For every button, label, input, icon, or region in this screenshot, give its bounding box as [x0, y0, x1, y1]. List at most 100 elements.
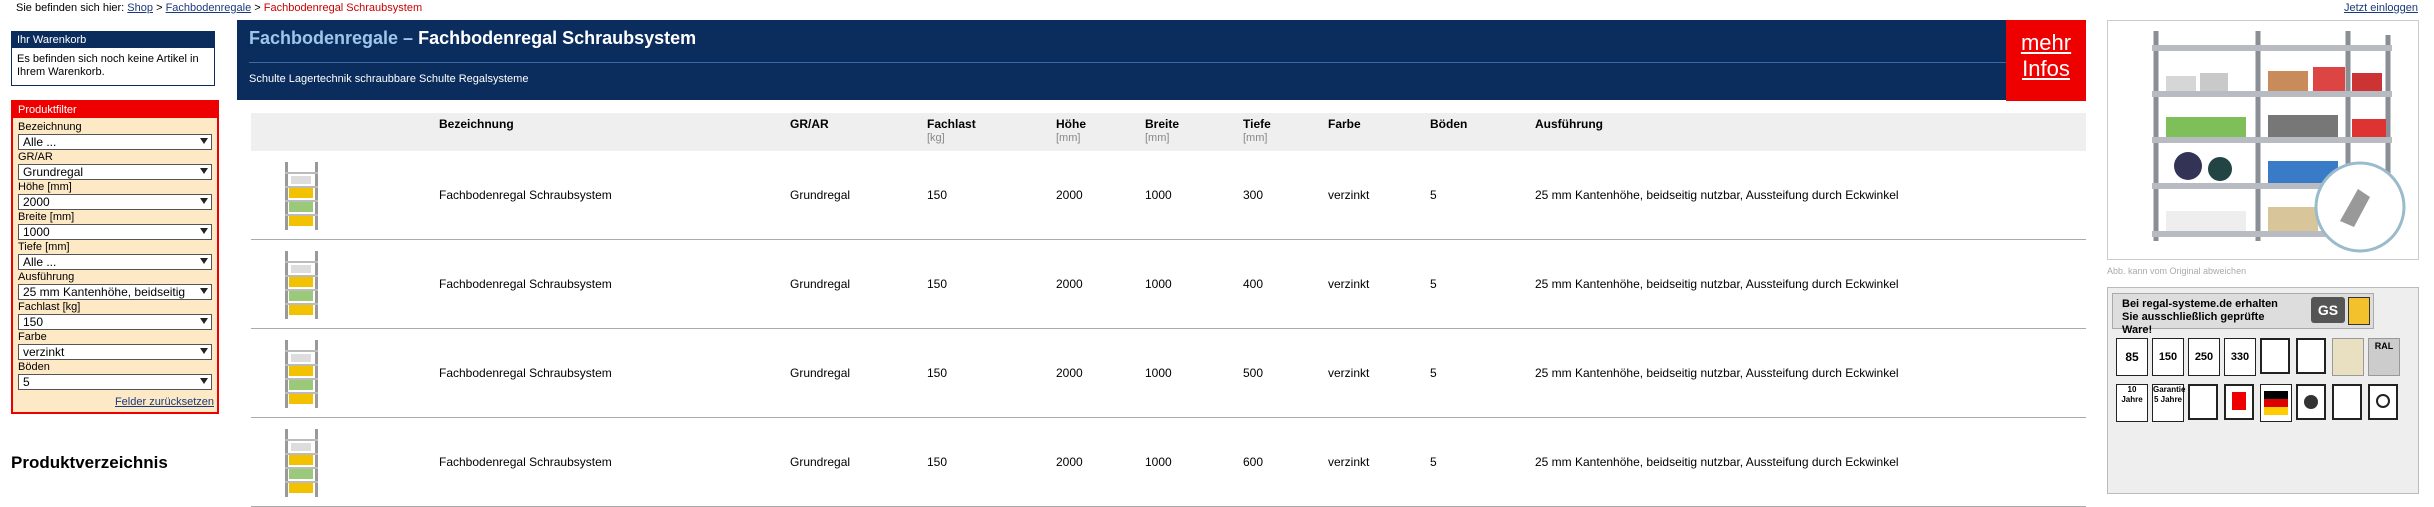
filter-select-breite[interactable]: 1000 [18, 224, 212, 240]
filter-select-fachlast[interactable]: 150 [18, 314, 212, 330]
filter-select-farbe[interactable]: verzinkt [18, 344, 212, 360]
filter-label-ausfuehrung: Ausführung [18, 271, 75, 283]
table-row[interactable]: Fachbodenregal Schraubsystem Grundregal 15… [251, 418, 2086, 507]
quality-box: Bei regal-systeme.de erhalten Sie aussch… [2107, 287, 2419, 494]
cell-fachlast: 150 [927, 455, 948, 469]
cell-breite: 1000 [1145, 455, 1172, 469]
guarantee-five-year-icon: Garantie 5 Jahre [2152, 384, 2185, 422]
column-header-hoehe[interactable]: Höhe [mm] [1056, 117, 1086, 145]
column-header-boeden[interactable]: Böden [1430, 117, 1467, 131]
filter-value: 1000 [23, 225, 50, 239]
column-header-fachlast[interactable]: Fachlast [kg] [927, 117, 976, 145]
column-header-tiefe[interactable]: Tiefe [mm] [1243, 117, 1271, 145]
cell-breite: 1000 [1145, 188, 1172, 202]
filter-select-hoehe[interactable]: 2000 [18, 194, 212, 210]
table-body: Fachbodenregal Schraubsystem Grundregal 15… [251, 151, 2086, 507]
screw-icon [2296, 384, 2326, 420]
breadcrumb-link-fachbodenregale[interactable]: Fachbodenregale [166, 2, 252, 14]
table-row[interactable]: Fachbodenregal Schraubsystem Grundregal 15… [251, 329, 2086, 418]
load-250-icon: 250 kg [2188, 338, 2220, 399]
more-info-label-1: mehr [2020, 30, 2072, 55]
column-header-farbe[interactable]: Farbe [1328, 117, 1361, 131]
cell-fachlast: 150 [927, 366, 948, 380]
cell-farbe: verzinkt [1328, 455, 1370, 469]
breadcrumb-separator: > [254, 2, 261, 14]
cell-ausfuehrung: 25 mm Kantenhöhe, beidseitig nutzbar, Au… [1535, 188, 1899, 202]
ten-year-icon: 10 Jahre [2116, 384, 2148, 422]
cell-boeden: 5 [1430, 455, 1437, 469]
cell-farbe: verzinkt [1328, 277, 1370, 291]
column-header-ausfuehrung[interactable]: Ausführung [1535, 117, 1603, 131]
cell-hoehe: 2000 [1056, 366, 1083, 380]
page-subtitle: Schulte Lagertechnik schraubbare Schulte… [249, 73, 529, 85]
table-header: Bezeichnung GR/AR Fachlast [kg] Höhe [mm] … [251, 113, 2086, 151]
cell-boeden: 5 [1430, 277, 1437, 291]
filter-label-bezeichnung: Bezeichnung [18, 121, 82, 133]
filter-select-ausfuehrung[interactable]: 25 mm Kantenhöhe, beidseitig [18, 284, 212, 300]
cell-tiefe: 500 [1243, 366, 1264, 380]
cell-farbe: verzinkt [1328, 366, 1370, 380]
table-row[interactable]: Fachbodenregal Schraubsystem Grundregal 15… [251, 151, 2086, 240]
filter-value: verzinkt [23, 345, 65, 359]
login-link[interactable]: Jetzt einloggen [2344, 2, 2418, 14]
load-150-icon: 150 kg [2152, 338, 2184, 399]
cell-grar: Grundregal [790, 455, 851, 469]
cell-fachlast: 150 [927, 277, 948, 291]
filter-value: Grundregal [23, 165, 84, 179]
cell-boeden: 5 [1430, 366, 1437, 380]
product-image[interactable] [2107, 20, 2419, 260]
ral-color-icon: RAL [2368, 338, 2400, 376]
chevron-down-icon [200, 318, 208, 324]
filter-select-grar[interactable]: Grundregal [18, 164, 212, 180]
breadcrumb-link-shop[interactable]: Shop [127, 2, 153, 14]
filter-value: 2000 [23, 195, 50, 209]
product-thumbnail[interactable] [279, 336, 324, 410]
cart-text: Es befinden sich noch keine Artikel in I… [12, 48, 214, 85]
product-thumbnail[interactable] [279, 247, 324, 321]
column-header-breite[interactable]: Breite [mm] [1145, 117, 1179, 145]
cell-hoehe: 2000 [1056, 188, 1083, 202]
filter-select-tiefe[interactable]: Alle ... [18, 254, 212, 270]
cell-breite: 1000 [1145, 277, 1172, 291]
quality-text: Bei regal-systeme.de erhalten Sie aussch… [2122, 298, 2278, 336]
breadcrumb-current: Fachbodenregal Schraubsystem [263, 2, 423, 14]
breadcrumb-separator: > [156, 2, 163, 14]
product-thumbnail[interactable] [279, 158, 324, 232]
reset-filter-link[interactable]: Felder zurücksetzen [115, 396, 214, 408]
gs-certificate-icon: GS [2311, 297, 2345, 323]
image-caption: Abb. kann vom Original abweichen [2107, 266, 2247, 276]
cart-box: Ihr Warenkorb Es befinden sich noch kein… [11, 31, 215, 86]
clock-icon [2368, 384, 2398, 420]
cell-breite: 1000 [1145, 366, 1172, 380]
filter-label-grar: GR/AR [18, 151, 53, 163]
load-85-icon: 85 kg [2116, 338, 2148, 400]
cart-title: Ihr Warenkorb [12, 32, 214, 48]
cell-bezeichnung: Fachbodenregal Schraubsystem [439, 277, 612, 291]
column-header-bezeichnung[interactable]: Bezeichnung [439, 117, 514, 131]
product-thumbnail[interactable] [279, 425, 324, 499]
filter-label-tiefe: Tiefe [mm] [18, 241, 70, 253]
shelf-frame-icon [2260, 338, 2290, 374]
cell-fachlast: 150 [927, 188, 948, 202]
cell-ausfuehrung: 25 mm Kantenhöhe, beidseitig nutzbar, Au… [1535, 366, 1899, 380]
filter-select-boeden[interactable]: 5 [18, 374, 212, 390]
cell-tiefe: 400 [1243, 277, 1264, 291]
badge-row-2: 10 Jahre Garantie 5 Jahre [2116, 384, 2416, 424]
more-info-button[interactable]: mehr Infos [2006, 20, 2086, 101]
cell-bezeichnung: Fachbodenregal Schraubsystem [439, 366, 612, 380]
page-title-product: Fachbodenregal Schraubsystem [418, 28, 697, 48]
filter-value: Alle ... [23, 255, 57, 269]
column-header-grar[interactable]: GR/AR [790, 117, 829, 131]
table-row[interactable]: Fachbodenregal Schraubsystem Grundregal 15… [251, 240, 2086, 329]
cell-farbe: verzinkt [1328, 188, 1370, 202]
cell-tiefe: 300 [1243, 188, 1264, 202]
shelf-side-icon [2296, 338, 2326, 374]
filter-label-fachlast: Fachlast [kg] [18, 301, 81, 313]
shelf-photo [2108, 21, 2418, 259]
chevron-down-icon [200, 348, 208, 354]
cell-grar: Grundregal [790, 188, 851, 202]
cell-grar: Grundregal [790, 366, 851, 380]
filter-select-bezeichnung[interactable]: Alle ... [18, 134, 212, 150]
filter-value: 5 [23, 375, 30, 389]
truck-icon [2332, 384, 2362, 420]
